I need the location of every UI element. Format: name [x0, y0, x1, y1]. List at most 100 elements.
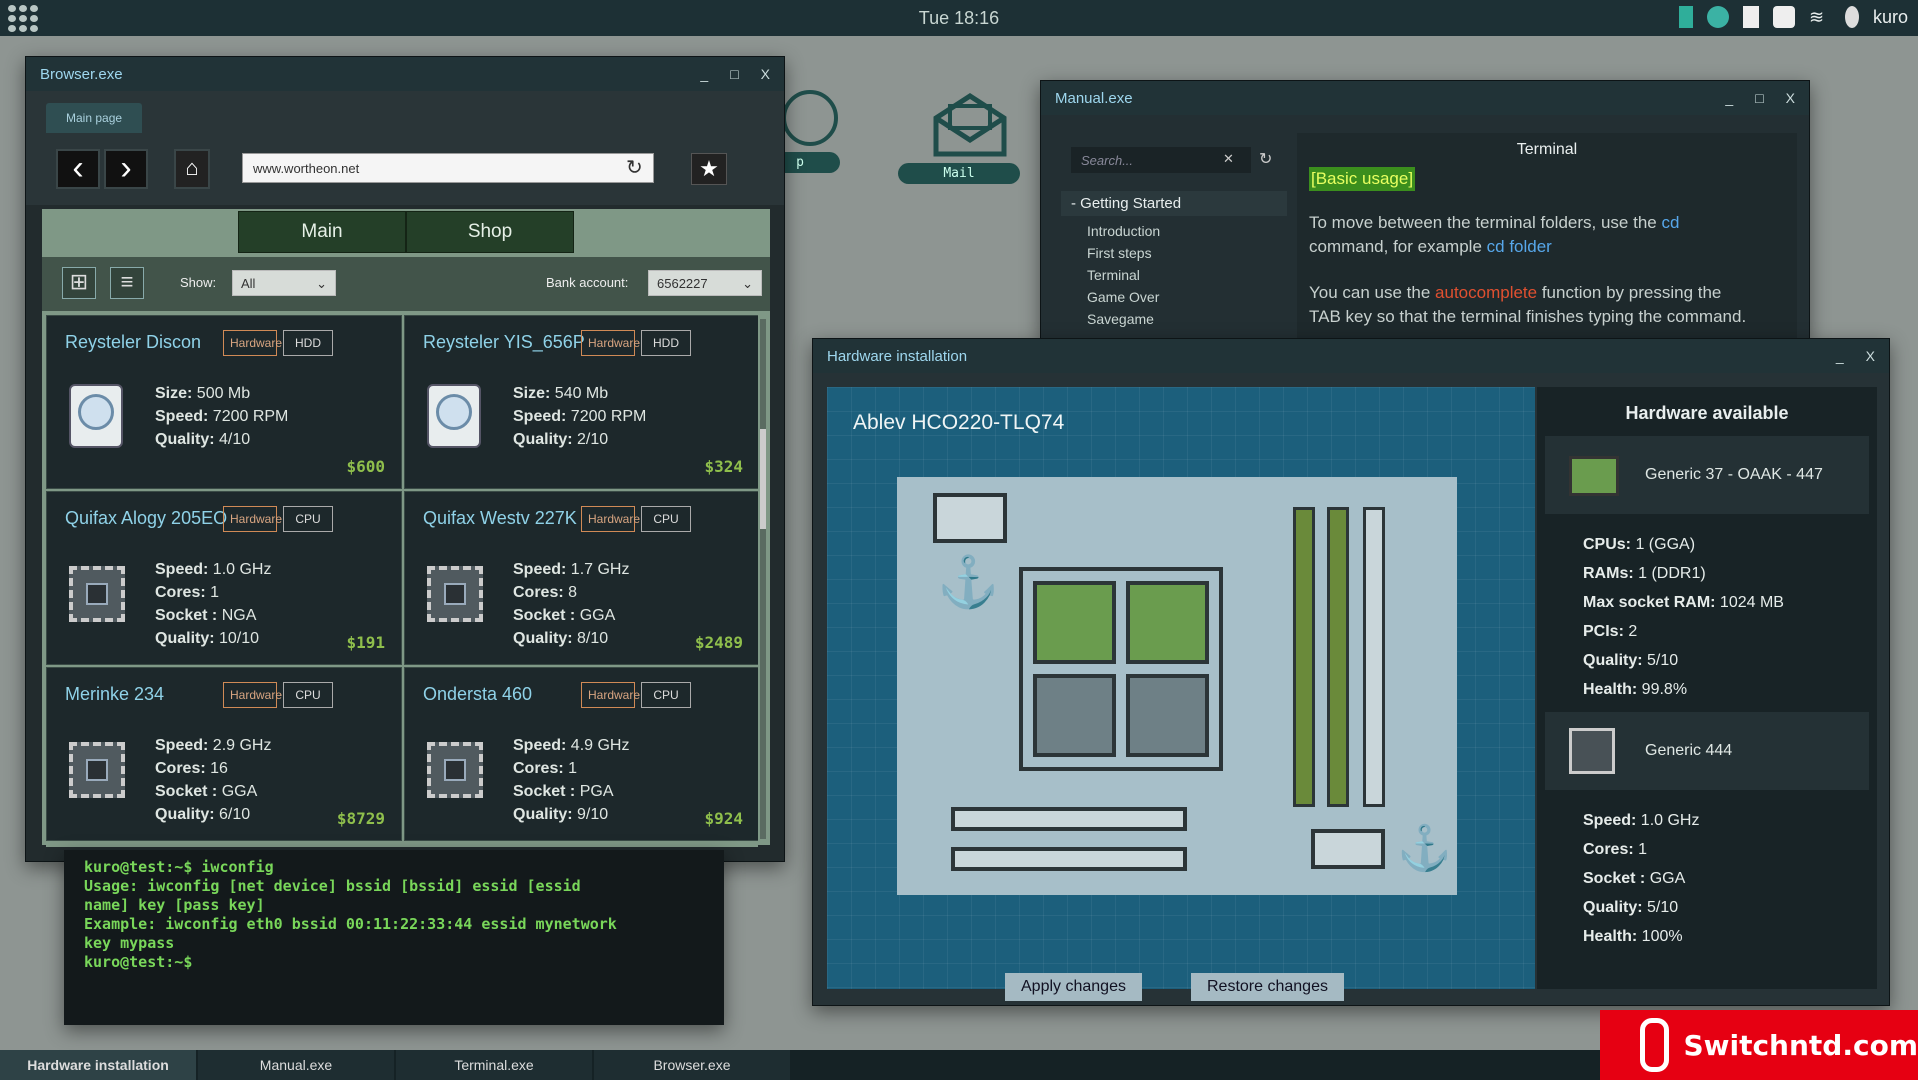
window-title: Hardware installation	[827, 347, 968, 365]
mail-icon	[933, 93, 1007, 157]
type-tag: CPU	[641, 506, 691, 532]
product-name[interactable]: Reysteler YIS_656P	[423, 332, 585, 353]
hardware-available-panel: Hardware available Generic 37 - OAAK - 4…	[1537, 387, 1877, 989]
back-button[interactable]: ‹	[56, 149, 100, 189]
product-name[interactable]: Ondersta 460	[423, 684, 532, 705]
system-tray: ≋ kuro	[1678, 6, 1908, 28]
refresh-icon[interactable]: ↻	[626, 155, 643, 180]
type-tag: CPU	[283, 506, 333, 532]
product-card[interactable]: Quifax Alogy 205EO Hardware CPU Speed: 1.0 …	[46, 491, 402, 665]
tree-item[interactable]: Terminal	[1087, 264, 1287, 286]
product-specs: Speed: 1.7 GHz Cores: 8 Socket : GGA Qualit…	[513, 561, 630, 647]
tree-section[interactable]: - Getting Started	[1061, 191, 1287, 216]
manual-titlebar[interactable]: Manual.exe _ □ X	[1041, 81, 1809, 115]
product-name[interactable]: Merinke 234	[65, 684, 164, 705]
close-icon[interactable]: X	[1866, 348, 1875, 364]
tree-item[interactable]: Game Over	[1087, 286, 1287, 308]
window-title: Manual.exe	[1055, 89, 1133, 107]
battery-icon[interactable]	[1678, 6, 1693, 28]
restore-changes-button[interactable]: Restore changes	[1191, 973, 1344, 1001]
chat-icon[interactable]	[1772, 6, 1795, 28]
tree-item[interactable]: Savegame	[1087, 308, 1287, 330]
cpu-icon	[427, 560, 485, 630]
category-tag: Hardware	[223, 682, 282, 708]
apps-grid-icon[interactable]	[8, 5, 38, 32]
product-card[interactable]: Reysteler YIS_656P Hardware HDD Size: 540 M…	[404, 315, 758, 489]
maximize-icon[interactable]: □	[730, 66, 738, 82]
clock: Tue 18:16	[918, 8, 1000, 28]
pci-slot-1[interactable]	[951, 807, 1187, 831]
product-name[interactable]: Quifax Alogy 205EO	[65, 508, 227, 529]
ram-slot-1[interactable]	[1293, 507, 1315, 807]
hdd-icon	[69, 384, 127, 454]
category-tag: Hardware	[581, 330, 640, 356]
minimize-icon[interactable]: _	[700, 66, 708, 82]
home-button[interactable]: ⌂	[174, 149, 210, 189]
product-card[interactable]: Ondersta 460 Hardware CPU Speed: 4.9 GHz Cor…	[404, 667, 758, 841]
user-icon[interactable]	[1844, 6, 1859, 28]
task-hardware[interactable]: Hardware installation	[0, 1050, 196, 1080]
ram-slot-2[interactable]	[1327, 507, 1349, 807]
browser-tab[interactable]: Main page	[46, 103, 143, 133]
bookmark-star-button[interactable]: ★	[691, 153, 727, 185]
content-title: Terminal	[1516, 141, 1578, 158]
close-icon[interactable]: X	[761, 66, 770, 82]
globe-icon[interactable]	[1706, 6, 1729, 28]
tab-main[interactable]: Main	[238, 211, 406, 253]
ram-slot-3[interactable]	[1363, 507, 1385, 807]
cpu-socket-4[interactable]	[1126, 674, 1209, 757]
list-view-button[interactable]: ≡	[110, 267, 144, 299]
hardware-item[interactable]: Generic 37 - OAAK - 447 CPUs: 1 (GGA) RA…	[1545, 436, 1869, 704]
clipboard-icon[interactable]	[1742, 6, 1759, 28]
tree-item[interactable]: First steps	[1087, 242, 1287, 264]
wifi-icon[interactable]: ≋	[1809, 6, 1831, 28]
tree-item[interactable]: Introduction	[1087, 220, 1287, 242]
url-input[interactable]: www.wortheon.net	[242, 153, 654, 183]
filter-bar: ⊞ ≡ Show: All ⌄ Bank account: 6562227 ⌄	[42, 257, 770, 311]
cpu-icon	[427, 736, 485, 806]
window-title: Browser.exe	[40, 65, 123, 83]
cpu-socket-1[interactable]	[1033, 581, 1116, 664]
item-specs: Speed: 1.0 GHz Cores: 1 Socket : GGA Qua…	[1583, 812, 1700, 945]
task-browser[interactable]: Browser.exe	[594, 1050, 790, 1080]
scrollbar[interactable]	[760, 319, 766, 839]
panel-title: Hardware available	[1625, 403, 1789, 423]
power-connector-icon[interactable]	[933, 493, 1007, 543]
refresh-icon[interactable]: ↻	[1259, 149, 1272, 169]
product-card[interactable]: Quifax Westv 227K Hardware CPU Speed: 1.7 G…	[404, 491, 758, 665]
hardware-titlebar[interactable]: Hardware installation _ X	[813, 339, 1889, 373]
product-name[interactable]: Quifax Westv 227K	[423, 508, 577, 529]
minimize-icon[interactable]: _	[1725, 90, 1733, 106]
cpu-socket-2[interactable]	[1126, 581, 1209, 664]
task-terminal[interactable]: Terminal.exe	[396, 1050, 592, 1080]
desktop-icon-mail[interactable]: Mail	[898, 90, 1020, 184]
terminal-window[interactable]: kuro@test:~$ iwconfig Usage: iwconfig [n…	[64, 850, 724, 1025]
minimize-icon[interactable]: _	[1836, 348, 1844, 364]
maximize-icon[interactable]: □	[1755, 90, 1763, 106]
watermark: Switchntd.com	[1600, 1010, 1918, 1080]
browser-titlebar[interactable]: Browser.exe _ □ X	[26, 57, 784, 91]
product-name[interactable]: Reysteler Discon	[65, 332, 201, 353]
close-icon[interactable]: X	[1786, 90, 1795, 106]
terminal-output: kuro@test:~$ iwconfig Usage: iwconfig [n…	[84, 858, 617, 971]
product-price: $8729	[336, 809, 385, 828]
hardware-window: Hardware installation _ X Ablev HCO220-TL…	[812, 338, 1890, 1006]
bank-account-select[interactable]: 6562227 ⌄	[648, 270, 762, 296]
apply-changes-button[interactable]: Apply changes	[1005, 973, 1142, 1001]
cpu-socket-group	[1019, 567, 1223, 771]
hardware-item[interactable]: Generic 444 Speed: 1.0 GHz Cores: 1 Sock…	[1545, 712, 1869, 951]
type-tag: CPU	[641, 682, 691, 708]
product-card[interactable]: Reysteler Discon Hardware HDD Size: 500 Mb S…	[46, 315, 402, 489]
forward-button[interactable]: ›	[104, 149, 148, 189]
product-price: $2489	[694, 633, 743, 652]
hdd-connector-icon[interactable]	[1311, 829, 1385, 869]
pci-slot-2[interactable]	[951, 847, 1187, 871]
product-card[interactable]: Merinke 234 Hardware CPU Speed: 2.9 GHz Core…	[46, 667, 402, 841]
grid-view-button[interactable]: ⊞	[62, 267, 96, 299]
hdd-icon	[427, 384, 485, 454]
task-manual[interactable]: Manual.exe	[198, 1050, 394, 1080]
show-select[interactable]: All ⌄	[232, 270, 336, 296]
cpu-socket-3[interactable]	[1033, 674, 1116, 757]
clear-search-icon[interactable]: ✕	[1223, 151, 1234, 167]
tab-shop[interactable]: Shop	[406, 211, 574, 253]
